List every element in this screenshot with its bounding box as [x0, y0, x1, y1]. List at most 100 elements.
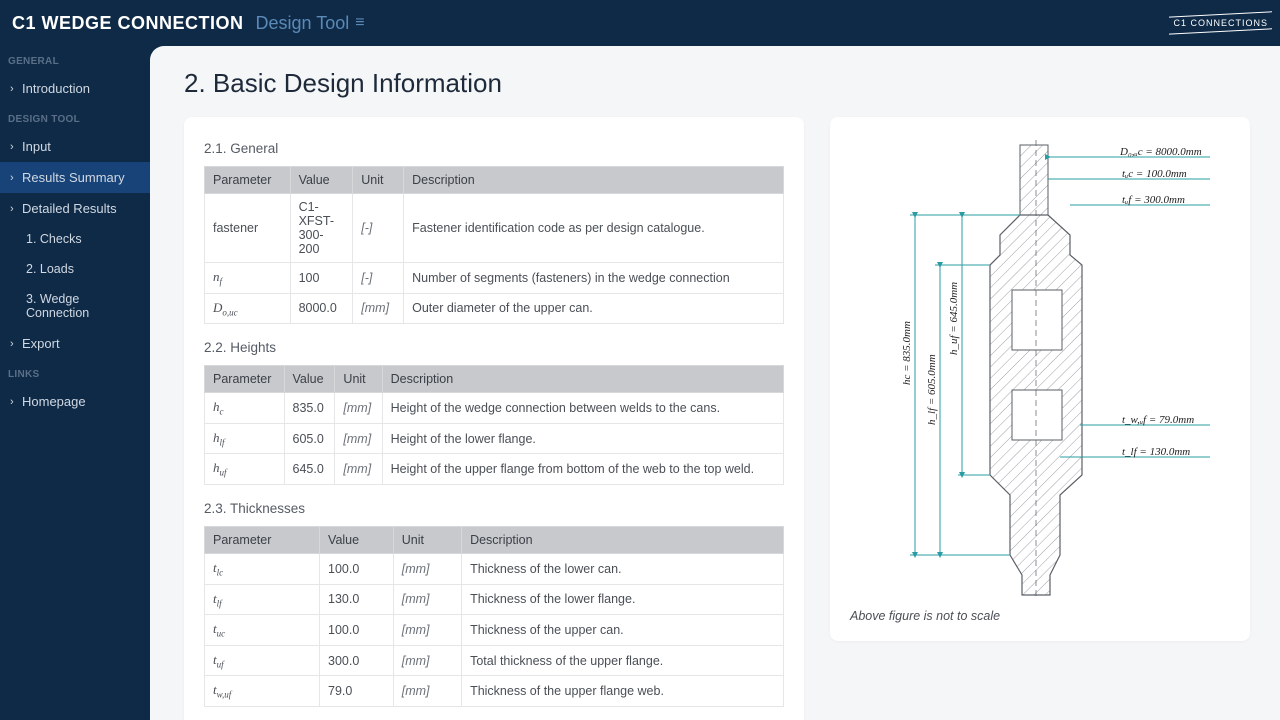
sidebar-section-design-tool: DESIGN TOOL [0, 104, 150, 131]
sidebar-item-label: Input [22, 139, 51, 154]
cell-param: nf [205, 263, 291, 294]
cell-value: 8000.0 [290, 293, 353, 324]
menu-icon[interactable]: ≡ [355, 14, 364, 32]
dim-tlf: t_lf = 130.0mm [1122, 446, 1190, 458]
table-row: tw,uf79.0[mm]Thickness of the upper flan… [205, 676, 784, 707]
sidebar: GENERAL › Introduction DESIGN TOOL › Input… [0, 46, 150, 720]
cell-desc: Total thickness of the upper flange. [462, 645, 784, 676]
col-value: Value [290, 167, 353, 194]
thicknesses-table: Parameter Value Unit Description tlc100.… [204, 526, 784, 707]
section-heading: 2.1. General [204, 141, 784, 156]
chevron-right-icon: › [10, 338, 18, 350]
col-unit: Unit [335, 366, 382, 393]
table-row: tuc100.0[mm]Thickness of the upper can. [205, 615, 784, 646]
col-parameter: Parameter [205, 526, 320, 553]
sidebar-subitem-wedge-connection[interactable]: 3. Wedge Connection [0, 284, 150, 328]
col-value: Value [320, 526, 394, 553]
cell-desc: Thickness of the upper flange web. [462, 676, 784, 707]
cell-param: fastener [205, 194, 291, 263]
content-area: 2. Basic Design Information 2.1. General… [150, 46, 1280, 720]
cell-param: tlf [205, 584, 320, 615]
cell-value: C1-XFST-300-200 [290, 194, 353, 263]
cell-value: 100.0 [320, 615, 394, 646]
table-row: fastener C1-XFST-300-200 [-] Fastener id… [205, 194, 784, 263]
cell-desc: Thickness of the lower flange. [462, 584, 784, 615]
sidebar-item-export[interactable]: ›Export [0, 328, 150, 359]
heights-table: Parameter Value Unit Description hc835.0… [204, 365, 784, 485]
chevron-right-icon: › [10, 83, 18, 95]
cell-value: 100 [290, 263, 353, 294]
col-unit: Unit [353, 167, 404, 194]
sidebar-subitem-loads[interactable]: 2. Loads [0, 254, 150, 284]
col-description: Description [404, 167, 784, 194]
section-heading: 2.3. Thicknesses [204, 501, 784, 516]
cell-unit: [mm] [393, 584, 461, 615]
col-parameter: Parameter [205, 167, 291, 194]
table-row: tuf300.0[mm]Total thickness of the upper… [205, 645, 784, 676]
cell-desc: Height of the lower flange. [382, 423, 783, 454]
wedge-connection-diagram: D₀,ᵤc = 8000.0mm tᵤc = 100.0mm tᵤf = 300… [850, 135, 1230, 623]
sidebar-section-general: GENERAL [0, 46, 150, 73]
dim-douc: D₀,ᵤc = 8000.0mm [1119, 146, 1202, 158]
figure-panel: D₀,ᵤc = 8000.0mm tᵤc = 100.0mm tᵤf = 300… [830, 117, 1250, 641]
cell-desc: Outer diameter of the upper can. [404, 293, 784, 324]
cell-value: 300.0 [320, 645, 394, 676]
cell-param: huf [205, 454, 285, 485]
cell-value: 605.0 [284, 423, 335, 454]
col-description: Description [462, 526, 784, 553]
sidebar-item-introduction[interactable]: › Introduction [0, 73, 150, 104]
cell-desc: Number of segments (fasteners) in the we… [404, 263, 784, 294]
sidebar-section-links: LINKS [0, 359, 150, 386]
cell-value: 645.0 [284, 454, 335, 485]
cell-unit: [mm] [393, 615, 461, 646]
cell-desc: Height of the upper flange from bottom o… [382, 454, 783, 485]
sidebar-subitem-checks[interactable]: 1. Checks [0, 224, 150, 254]
chevron-right-icon: › [10, 203, 18, 215]
sidebar-item-label: Homepage [22, 394, 86, 409]
cell-unit: [mm] [335, 454, 382, 485]
cell-unit: [mm] [335, 423, 382, 454]
cell-unit: [mm] [393, 676, 461, 707]
cell-unit: [mm] [393, 645, 461, 676]
table-row: tlc100.0[mm]Thickness of the lower can. [205, 553, 784, 584]
table-row: huf645.0[mm]Height of the upper flange f… [205, 454, 784, 485]
dim-tuf: tᵤf = 300.0mm [1122, 194, 1185, 206]
cell-unit: [mm] [335, 393, 382, 424]
sidebar-item-homepage[interactable]: › Homepage [0, 386, 150, 417]
dim-tuc: tᵤc = 100.0mm [1122, 168, 1187, 180]
col-unit: Unit [393, 526, 461, 553]
table-row: Do,uc 8000.0 [mm] Outer diameter of the … [205, 293, 784, 324]
dim-hlf: h_lf = 605.0mm [926, 354, 938, 425]
cell-value: 835.0 [284, 393, 335, 424]
sidebar-item-results-summary[interactable]: ›Results Summary [0, 162, 150, 193]
sidebar-item-input[interactable]: › Input [0, 131, 150, 162]
top-bar: C1 WEDGE CONNECTION Design Tool ≡ C1 CON… [0, 0, 1280, 46]
sidebar-item-label: Introduction [22, 81, 90, 96]
general-table: Parameter Value Unit Description fastene… [204, 166, 784, 324]
cell-desc: Thickness of the lower can. [462, 553, 784, 584]
cell-param: Do,uc [205, 293, 291, 324]
chevron-right-icon: › [10, 141, 18, 153]
cell-param: tuc [205, 615, 320, 646]
cell-unit: [-] [353, 263, 404, 294]
cell-value: 130.0 [320, 584, 394, 615]
cell-param: tuf [205, 645, 320, 676]
cell-unit: [-] [353, 194, 404, 263]
dim-huf: h_uf = 645.0mm [948, 282, 960, 355]
figure-note: Above figure is not to scale [850, 609, 1000, 623]
cell-desc: Thickness of the upper can. [462, 615, 784, 646]
sidebar-item-detailed-results[interactable]: › Detailed Results [0, 193, 150, 224]
cell-value: 100.0 [320, 553, 394, 584]
chevron-right-icon: › [10, 396, 18, 408]
app-title: C1 WEDGE CONNECTION [12, 13, 244, 34]
cell-unit: [mm] [353, 293, 404, 324]
brand-logo: C1 CONNECTIONS [1173, 14, 1268, 32]
cell-unit: [mm] [393, 553, 461, 584]
sidebar-item-label: Detailed Results [22, 201, 117, 216]
table-row: hc835.0[mm]Height of the wedge connectio… [205, 393, 784, 424]
table-row: tlf130.0[mm]Thickness of the lower flang… [205, 584, 784, 615]
cell-param: tw,uf [205, 676, 320, 707]
table-row: nf 100 [-] Number of segments (fasteners… [205, 263, 784, 294]
page-title: 2. Basic Design Information [184, 68, 1252, 99]
dim-twuf: t_w,ᵤf = 79.0mm [1122, 414, 1194, 426]
